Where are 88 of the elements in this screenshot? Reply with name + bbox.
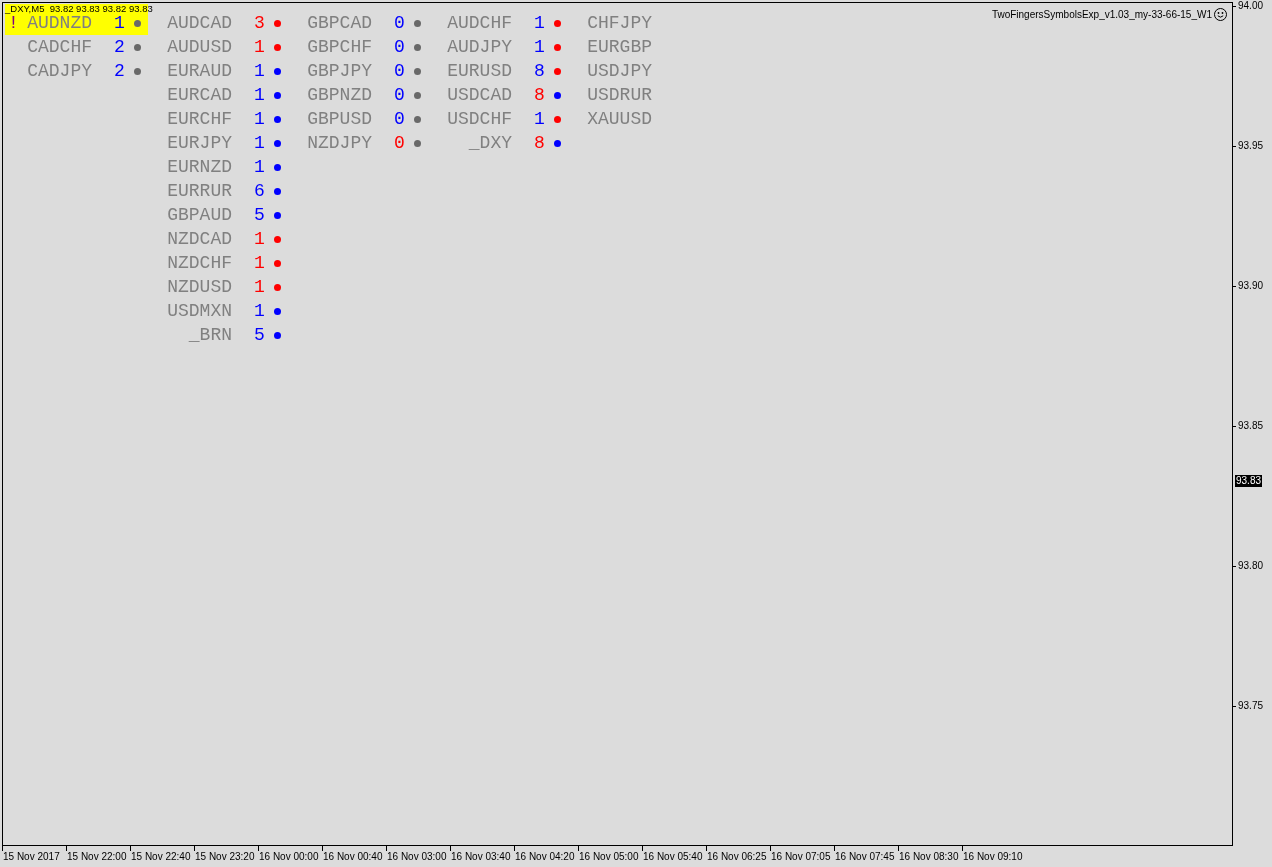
symbol-label[interactable]: EURNZD <box>166 155 232 179</box>
time-label: 16 Nov 09:10 <box>962 851 1024 863</box>
symbol-label[interactable]: EURCHF <box>166 107 232 131</box>
time-label: 16 Nov 05:40 <box>642 851 704 863</box>
symbol-label[interactable]: GBPJPY <box>306 59 372 83</box>
time-label: 16 Nov 06:25 <box>706 851 768 863</box>
count-label: 2 <box>114 60 125 83</box>
time-label: 15 Nov 22:40 <box>130 851 192 863</box>
count-label: 1 <box>534 108 545 131</box>
symbol-label[interactable]: EURJPY <box>166 131 232 155</box>
price-label: 93.80 <box>1238 560 1264 572</box>
count-label: 8 <box>534 84 545 107</box>
count-label: 1 <box>534 36 545 59</box>
symbol-label[interactable]: CADCHF <box>26 35 92 59</box>
symbol-label[interactable]: EURUSD <box>446 59 512 83</box>
symbol-label[interactable]: AUDCHF <box>446 11 512 35</box>
price-label: 93.75 <box>1238 700 1264 712</box>
time-label: 16 Nov 04:20 <box>514 851 576 863</box>
symbol-label[interactable]: _BRN <box>166 323 232 347</box>
time-label: 15 Nov 22:00 <box>66 851 128 863</box>
symbol-label[interactable]: AUDJPY <box>446 35 512 59</box>
symbol-label[interactable]: EURCAD <box>166 83 232 107</box>
symbol-label[interactable]: _DXY <box>446 131 512 155</box>
price-label: 93.90 <box>1238 280 1264 292</box>
symbol-label[interactable]: CADJPY <box>26 59 92 83</box>
alert-mark: ! <box>8 13 19 35</box>
time-label: 16 Nov 00:00 <box>258 851 320 863</box>
time-label: 16 Nov 08:30 <box>898 851 960 863</box>
symbol-label[interactable]: USDMXN <box>166 299 232 323</box>
symbol-label[interactable]: AUDCAD <box>166 11 232 35</box>
count-label: 1 <box>534 12 545 35</box>
count-label: 3 <box>254 12 265 35</box>
symbol-label[interactable]: GBPUSD <box>306 107 372 131</box>
current-price-label: 93.83 <box>1235 475 1263 487</box>
count-label: 1 <box>254 60 265 83</box>
symbol-label[interactable]: NZDUSD <box>166 275 232 299</box>
symbol-label[interactable]: AUDUSD <box>166 35 232 59</box>
count-label: 1 <box>254 156 265 179</box>
time-label: 16 Nov 07:05 <box>770 851 832 863</box>
indicator-label: TwoFingersSymbolsExp_v1.03_my-33-66-15_W1 <box>991 8 1212 21</box>
count-label: 0 <box>394 132 405 155</box>
count-label: 8 <box>534 60 545 83</box>
count-label: 1 <box>254 276 265 299</box>
time-label: 16 Nov 05:00 <box>578 851 640 863</box>
symbol-label[interactable]: NZDCHF <box>166 251 232 275</box>
count-label: 0 <box>394 36 405 59</box>
count-label: 1 <box>254 108 265 131</box>
price-label: 93.95 <box>1238 140 1264 152</box>
symbol-label[interactable]: XAUUSD <box>586 107 652 131</box>
count-label: 2 <box>114 36 125 59</box>
count-label: 1 <box>254 132 265 155</box>
count-label: 1 <box>254 84 265 107</box>
symbol-label[interactable]: EURRUR <box>166 179 232 203</box>
symbol-label[interactable]: NZDCAD <box>166 227 232 251</box>
symbol-label[interactable]: GBPCAD <box>306 11 372 35</box>
symbol-label[interactable]: USDCHF <box>446 107 512 131</box>
symbol-label[interactable]: USDRUR <box>586 83 652 107</box>
count-label: 1 <box>254 252 265 275</box>
symbol-label[interactable]: GBPNZD <box>306 83 372 107</box>
time-label: 16 Nov 07:45 <box>834 851 896 863</box>
smiley-icon <box>1214 8 1227 21</box>
count-label: 0 <box>394 84 405 107</box>
count-label: 8 <box>534 132 545 155</box>
count-label: 5 <box>254 204 265 227</box>
symbol-label[interactable]: EURAUD <box>166 59 232 83</box>
count-label: 0 <box>394 12 405 35</box>
count-label: 0 <box>394 60 405 83</box>
count-label: 1 <box>254 300 265 323</box>
count-label: 1 <box>254 36 265 59</box>
symbol-label[interactable]: USDJPY <box>586 59 652 83</box>
symbol-label[interactable]: CHFJPY <box>586 11 652 35</box>
time-label: 16 Nov 03:00 <box>386 851 448 863</box>
time-label: 15 Nov 2017 <box>2 851 61 863</box>
symbol-label[interactable]: NZDJPY <box>306 131 372 155</box>
count-label: 1 <box>254 228 265 251</box>
time-label: 16 Nov 00:40 <box>322 851 384 863</box>
time-label: 15 Nov 23:20 <box>194 851 256 863</box>
symbol-label[interactable]: USDCAD <box>446 83 512 107</box>
count-label: 6 <box>254 180 265 203</box>
count-label: 0 <box>394 108 405 131</box>
symbol-label[interactable]: EURGBP <box>586 35 652 59</box>
count-label: 1 <box>114 12 125 35</box>
symbol-label[interactable]: GBPAUD <box>166 203 232 227</box>
price-label: 93.85 <box>1238 420 1264 432</box>
symbol-label[interactable]: GBPCHF <box>306 35 372 59</box>
time-label: 16 Nov 03:40 <box>450 851 512 863</box>
count-label: 5 <box>254 324 265 347</box>
price-label: 94.00 <box>1238 0 1264 12</box>
